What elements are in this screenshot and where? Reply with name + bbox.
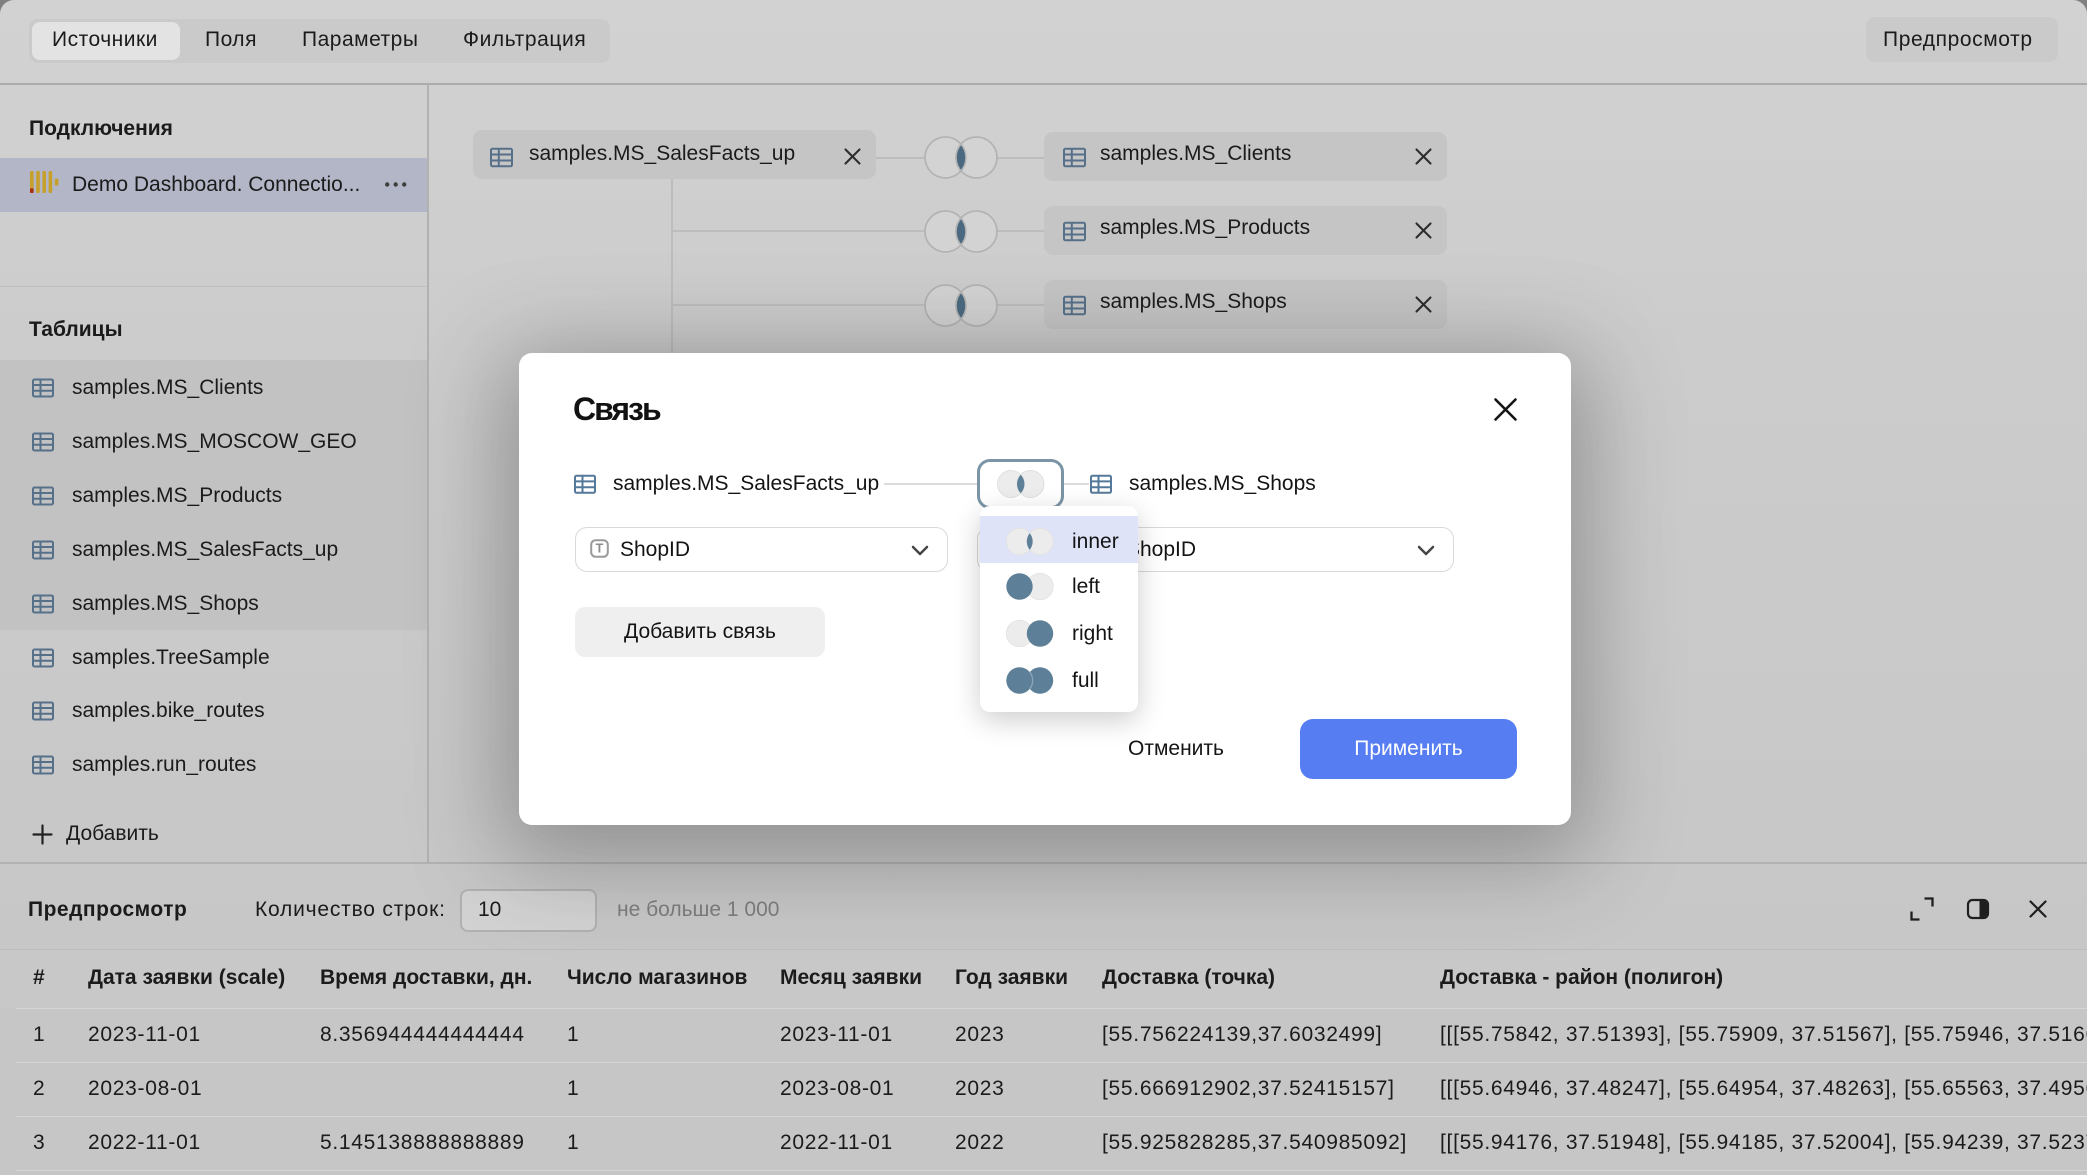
svg-text:T: T [596,542,604,556]
